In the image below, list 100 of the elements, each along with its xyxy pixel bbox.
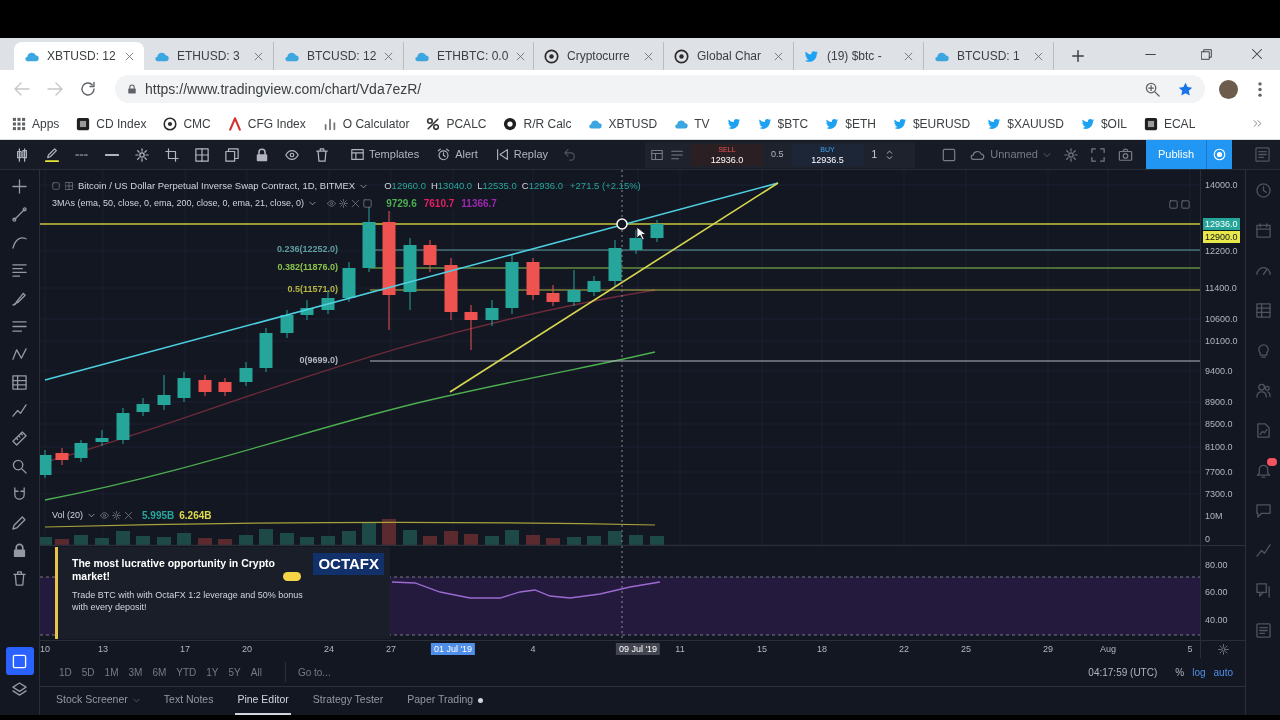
- address-bar[interactable]: https://www.tradingview.com/chart/Vda7ezR/: [115, 75, 1205, 103]
- crop-icon[interactable]: [165, 147, 179, 162]
- fullscreen-icon[interactable]: [1090, 147, 1105, 162]
- close-icon[interactable]: [125, 51, 134, 61]
- chat-icon[interactable]: [1255, 502, 1271, 518]
- reload-icon[interactable]: [80, 81, 96, 97]
- watchlist-icon[interactable]: [1255, 622, 1271, 638]
- range-button[interactable]: 1Y: [201, 662, 224, 682]
- bookmark[interactable]: R/R Calc: [503, 114, 572, 133]
- bookmark[interactable]: CFG Index: [227, 114, 306, 133]
- time-label: 11: [674, 643, 686, 655]
- panel-tab[interactable]: Text Notes: [161, 687, 216, 715]
- quantity-value[interactable]: 1: [871, 147, 878, 162]
- watchlist-icon[interactable]: [1255, 147, 1270, 162]
- settings-icon[interactable]: [135, 147, 149, 162]
- range-button[interactable]: 1D: [54, 662, 77, 682]
- bookmark[interactable]: CD Index: [76, 114, 147, 133]
- avatar-icon[interactable]: [1219, 79, 1238, 99]
- trash-icon[interactable]: [315, 147, 329, 162]
- go-to-button[interactable]: Go to...: [284, 662, 335, 682]
- range-button[interactable]: All: [245, 662, 267, 682]
- bookmark[interactable]: TV: [674, 114, 710, 133]
- people-icon[interactable]: [1255, 382, 1271, 398]
- panel-tab[interactable]: Paper Trading: [405, 687, 486, 715]
- time-label: 09 Jul '19: [615, 643, 661, 655]
- price-label: 60.00: [1204, 586, 1229, 598]
- tool-button[interactable]: [5, 647, 34, 675]
- layout-menu[interactable]: Unnamed: [969, 146, 1051, 163]
- new-tab-icon[interactable]: [1072, 50, 1084, 62]
- target-button[interactable]: [1206, 140, 1232, 169]
- chevron-icon[interactable]: [1253, 119, 1262, 128]
- lightbulb-icon[interactable]: [1255, 342, 1271, 358]
- lock-icon: [12, 542, 27, 558]
- bookmark[interactable]: O Calculator: [322, 114, 410, 133]
- layout-icon[interactable]: [651, 148, 663, 161]
- restore-icon[interactable]: [1200, 48, 1212, 60]
- percent-icon: [426, 116, 441, 131]
- scale-button[interactable]: %: [1171, 662, 1189, 682]
- toolbar-button[interactable]: Templates: [347, 142, 424, 167]
- close-icon[interactable]: [904, 51, 913, 61]
- camera-icon[interactable]: [1117, 147, 1133, 162]
- list-icon[interactable]: [671, 148, 683, 161]
- range-button[interactable]: 3M: [123, 662, 148, 682]
- panel-tab[interactable]: Strategy Tester: [310, 687, 386, 715]
- bell-icon[interactable]: [1255, 462, 1271, 478]
- bookmark[interactable]: Apps: [12, 114, 60, 133]
- undo-icon[interactable]: [564, 148, 577, 161]
- close-icon[interactable]: [644, 51, 653, 61]
- comment-icon[interactable]: [1255, 582, 1271, 598]
- bird-logo-icon[interactable]: [726, 116, 741, 131]
- toolbar-button[interactable]: Replay: [491, 142, 552, 167]
- toolbar-button[interactable]: Alert: [433, 142, 482, 167]
- range-button[interactable]: 5D: [76, 662, 100, 682]
- pen-icon[interactable]: [45, 147, 59, 162]
- close-icon[interactable]: [1034, 51, 1043, 61]
- close-icon[interactable]: [384, 51, 394, 61]
- table-icon[interactable]: [1255, 302, 1271, 318]
- range-button[interactable]: 5Y: [223, 662, 246, 682]
- bookmark[interactable]: PCALC: [426, 114, 487, 133]
- lock-icon[interactable]: [255, 147, 269, 162]
- bookmark[interactable]: ECAL: [1143, 114, 1196, 133]
- clock-icon[interactable]: [1255, 182, 1271, 198]
- candlestick-icon[interactable]: [15, 147, 29, 162]
- document-chart-icon[interactable]: [1255, 422, 1271, 438]
- settings-icon[interactable]: [1217, 644, 1229, 655]
- square-stack-icon[interactable]: [225, 147, 239, 162]
- range-button[interactable]: 1M: [99, 662, 124, 682]
- time-label: 15: [756, 643, 768, 655]
- bookmark[interactable]: XBTUSD: [588, 114, 658, 133]
- bookmark[interactable]: $EURUSD: [892, 114, 971, 133]
- ad-popup[interactable]: The most lucrative opportunity in Crypto market! Trade BTC with with OctaFX 1:2 leverage and 50% bonus with every deposit! OCTAFX: [55, 547, 390, 639]
- calendar-icon[interactable]: [1255, 222, 1271, 238]
- menu-icon[interactable]: [1258, 81, 1262, 97]
- panel-tab[interactable]: Stock Screener: [54, 687, 142, 715]
- fib-lines-icon: [12, 262, 27, 278]
- magnet-icon: [12, 486, 27, 502]
- line-chart-icon[interactable]: [1255, 542, 1271, 558]
- bookmark[interactable]: $OIL: [1080, 114, 1127, 133]
- close-icon[interactable]: [1251, 48, 1263, 60]
- bookmark[interactable]: CMC: [163, 114, 211, 133]
- range-button[interactable]: 6M: [147, 662, 172, 682]
- scale-button[interactable]: log: [1188, 662, 1210, 682]
- eye-icon[interactable]: [285, 147, 299, 162]
- close-icon[interactable]: [774, 51, 783, 61]
- grid-icon[interactable]: [195, 147, 209, 162]
- bookmark[interactable]: $ETH: [825, 114, 876, 133]
- browser-tab[interactable]: XBTUSD: 12: [14, 42, 144, 70]
- bookmark[interactable]: $BTC: [757, 114, 809, 133]
- close-icon[interactable]: [516, 51, 526, 61]
- template-icon: [351, 148, 364, 161]
- bookmark[interactable]: $XAUUSD: [987, 114, 1064, 133]
- square-icon[interactable]: [942, 147, 957, 162]
- range-button[interactable]: YTD: [171, 662, 202, 682]
- stepper-icon[interactable]: [885, 148, 895, 161]
- bookmark-star-icon[interactable]: [1178, 81, 1193, 97]
- scale-button[interactable]: auto: [1209, 662, 1237, 682]
- settings-icon[interactable]: [1063, 147, 1078, 162]
- zoom-icon[interactable]: [1145, 81, 1160, 97]
- alarm-icon: [437, 148, 451, 161]
- close-icon[interactable]: [254, 51, 263, 61]
